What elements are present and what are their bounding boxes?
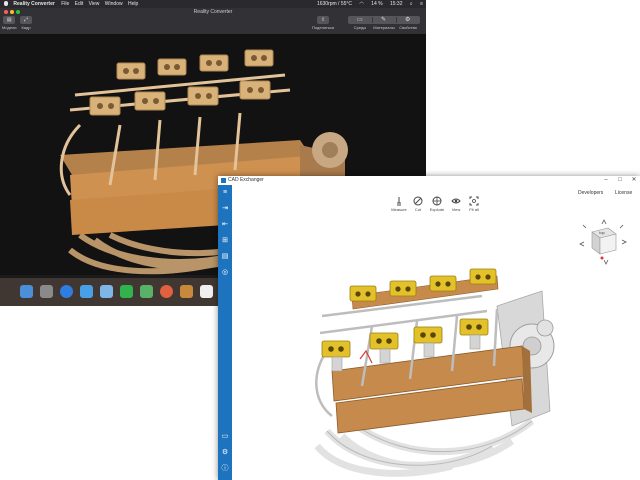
spotlight-icon[interactable]: ⌕: [410, 1, 413, 7]
mac-window-title: Reality Converter: [193, 9, 233, 15]
menu-help[interactable]: Help: [128, 1, 138, 7]
share-button[interactable]: ⇧ Поделиться: [312, 16, 334, 30]
measure-label: Measure: [391, 207, 407, 212]
properties-icon[interactable]: ⚙: [405, 16, 410, 24]
maps-icon[interactable]: [140, 285, 153, 298]
wifi-icon[interactable]: ◠: [359, 1, 363, 7]
properties-panel-icon[interactable]: ▤: [221, 253, 229, 261]
segment-labels: Среды Материалы Свойства: [348, 25, 420, 30]
clock-text[interactable]: 15:32: [390, 1, 403, 7]
models-label: Модели: [2, 25, 17, 30]
menu-view[interactable]: View: [89, 1, 100, 7]
mac-menubar: Reality Converter File Edit View Window …: [0, 0, 426, 8]
finder-icon[interactable]: [20, 285, 33, 298]
hamburger-menu-icon[interactable]: ≡: [221, 189, 229, 197]
feedback-icon[interactable]: ▭: [221, 433, 229, 441]
notes-icon[interactable]: [180, 285, 193, 298]
environments-label: Среды: [353, 25, 367, 30]
minimize-icon[interactable]: –: [600, 176, 612, 185]
menubar-app-name[interactable]: Reality Converter: [13, 1, 54, 7]
cad-window-title: CAD Exchanger: [228, 177, 264, 183]
calendar-icon[interactable]: [200, 285, 213, 298]
export-icon[interactable]: ⇤: [221, 221, 229, 229]
import-icon[interactable]: ⇥: [221, 205, 229, 213]
view-tool[interactable]: View: [447, 196, 465, 212]
cad-titlebar: CAD Exchanger – □ ✕: [218, 176, 640, 185]
cad-exchanger-window: CAD Exchanger – □ ✕ ≡ ⇥ ⇤ ⊞ ▤ ◎ ▭ ⚙ ⓘ De…: [218, 176, 640, 480]
menu-window[interactable]: Window: [105, 1, 123, 7]
menu-edit[interactable]: Edit: [75, 1, 84, 7]
properties-label: Свойства: [399, 25, 417, 30]
safari-icon[interactable]: [60, 285, 73, 298]
left-sidebar: ≡ ⇥ ⇤ ⊞ ▤ ◎ ▭ ⚙ ⓘ: [218, 185, 232, 480]
cut-tool[interactable]: Cut: [409, 196, 427, 212]
settings-gear-icon[interactable]: ⚙: [221, 449, 229, 457]
launchpad-icon[interactable]: [40, 285, 53, 298]
explode-icon: [432, 196, 442, 206]
license-link[interactable]: License: [615, 190, 632, 196]
cut-label: Cut: [414, 207, 422, 212]
explode-tool[interactable]: Explode: [428, 196, 446, 212]
frame-label: Кадр: [21, 25, 31, 30]
environments-icon[interactable]: ▭: [357, 16, 363, 24]
measure-icon: [397, 197, 401, 206]
cad-3d-viewport[interactable]: [232, 221, 640, 480]
fan-status-text[interactable]: 1630rpm / 55°C: [317, 1, 352, 7]
materials-icon[interactable]: ✎: [381, 16, 386, 24]
web-icon[interactable]: ◎: [221, 269, 229, 277]
fit-all-label: Fit all: [469, 207, 479, 212]
mac-toolbar: Reality Converter ▤ Модели ⤢ Кадр ⇧ Поде…: [0, 8, 426, 35]
app-logo-icon: [221, 178, 226, 183]
frame-icon: ⤢: [20, 16, 32, 24]
info-icon[interactable]: ⓘ: [221, 465, 229, 473]
sidebar-icon: ▤: [3, 16, 16, 24]
control-center-icon[interactable]: ≡: [420, 1, 423, 7]
cut-icon: [413, 196, 423, 206]
menu-file[interactable]: File: [61, 1, 69, 7]
frame-button[interactable]: ⤢ Кадр: [20, 16, 32, 30]
photos-app-icon[interactable]: [100, 285, 113, 298]
apple-menu-icon[interactable]: [4, 1, 8, 6]
models-button[interactable]: ▤ Модели: [2, 16, 17, 30]
photos-icon[interactable]: [160, 285, 173, 298]
close-icon[interactable]: ✕: [628, 176, 640, 185]
model-structure-icon[interactable]: ⊞: [221, 237, 229, 245]
materials-label: Материалы: [373, 25, 395, 30]
messages-icon[interactable]: [120, 285, 133, 298]
measure-tool[interactable]: Measure: [390, 196, 408, 212]
fit-all-tool[interactable]: Fit all: [465, 196, 483, 212]
developers-link[interactable]: Developers: [578, 190, 603, 196]
mail-icon[interactable]: [80, 285, 93, 298]
battery-text[interactable]: 14 %: [371, 1, 382, 7]
explode-label: Explode: [429, 207, 445, 212]
share-label: Поделиться: [312, 25, 335, 30]
share-icon: ⇧: [317, 16, 330, 24]
view-label: View: [451, 207, 461, 212]
maximize-icon[interactable]: □: [614, 176, 626, 185]
eye-icon: [451, 198, 461, 204]
inspector-segmented-control[interactable]: ▭ ✎ ⚙: [348, 16, 420, 24]
fit-all-icon: [469, 196, 479, 206]
engine-render-light: [314, 268, 555, 477]
